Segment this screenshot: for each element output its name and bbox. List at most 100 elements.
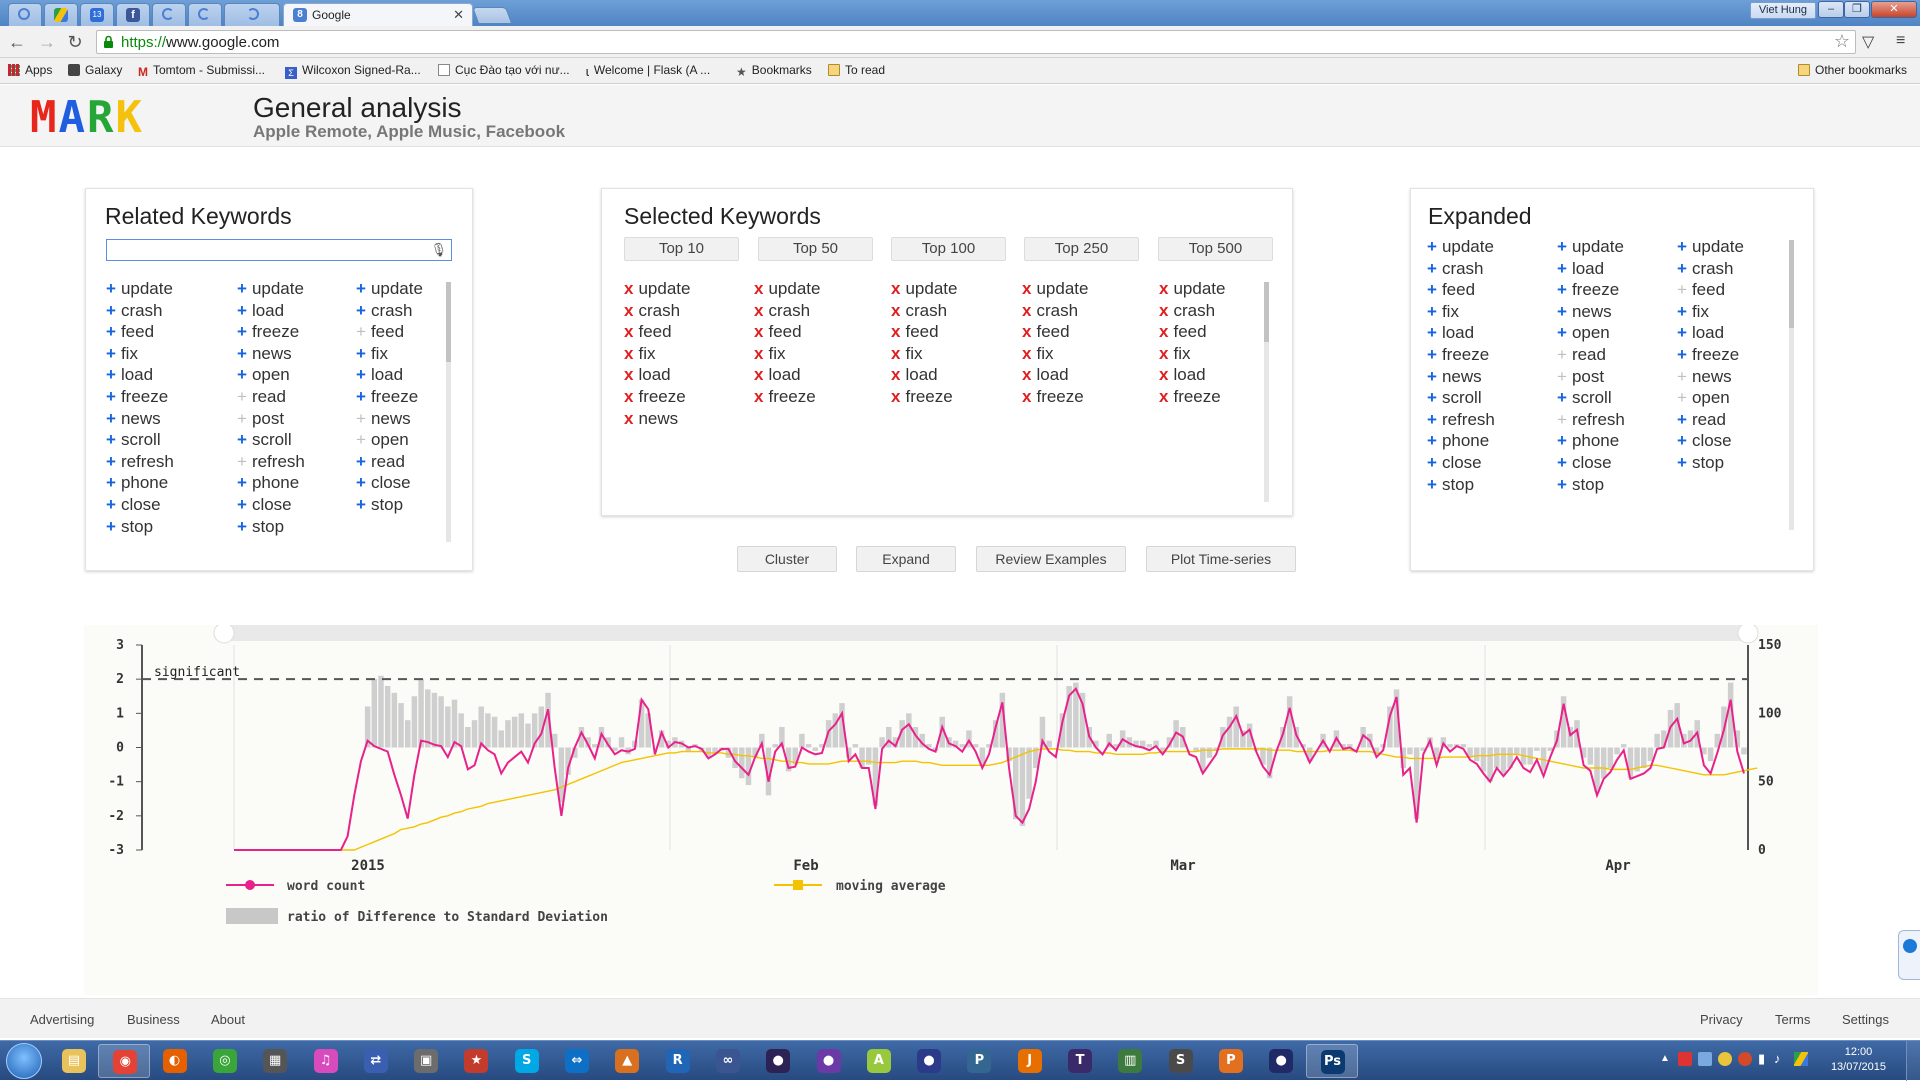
close-window-button[interactable]: ✕	[1871, 1, 1917, 18]
taskbar-network[interactable]: ⇄	[350, 1044, 402, 1078]
add-keyword-icon[interactable]: +	[106, 517, 116, 536]
related-keyword-update[interactable]: + update	[237, 278, 305, 300]
related-keyword-load[interactable]: + load	[356, 364, 423, 386]
tray-orange-icon[interactable]	[1738, 1052, 1752, 1066]
remove-keyword-icon[interactable]: x	[891, 301, 900, 320]
taskbar-eclipse-blue[interactable]: ●	[903, 1044, 955, 1078]
expanded-keyword-refresh[interactable]: + refresh	[1427, 409, 1495, 431]
add-keyword-icon[interactable]: +	[106, 322, 116, 341]
scroll-thumb[interactable]	[1789, 240, 1794, 328]
related-keyword-fix[interactable]: + fix	[356, 343, 423, 365]
expanded-keyword-phone[interactable]: + phone	[1427, 430, 1495, 452]
related-keyword-news[interactable]: + news	[237, 343, 305, 365]
expanded-keyword-update[interactable]: + update	[1427, 236, 1495, 258]
related-keyword-open[interactable]: + open	[237, 364, 305, 386]
taskbar-clipboard[interactable]: ▣	[400, 1044, 452, 1078]
remove-keyword-icon[interactable]: x	[1159, 279, 1168, 298]
microphone-icon[interactable]: 🎙	[430, 242, 447, 258]
volume-icon[interactable]: ♪	[1774, 1051, 1781, 1066]
tab-drive[interactable]	[44, 3, 78, 26]
top-50-button[interactable]: Top 50	[758, 237, 873, 261]
remove-keyword-icon[interactable]: x	[1022, 279, 1031, 298]
add-keyword-icon[interactable]: +	[1677, 388, 1687, 407]
add-keyword-icon[interactable]: +	[237, 430, 247, 449]
remove-keyword-icon[interactable]: x	[1159, 365, 1168, 384]
remove-keyword-icon[interactable]: x	[891, 322, 900, 341]
expanded-keyword-read[interactable]: + read	[1557, 344, 1625, 366]
tab-calendar[interactable]: 13	[80, 3, 114, 26]
taskbar-link[interactable]: ∞	[702, 1044, 754, 1078]
add-keyword-icon[interactable]: +	[106, 365, 116, 384]
teamviewer-side-widget[interactable]	[1898, 930, 1920, 980]
expanded-keyword-fix[interactable]: + fix	[1427, 301, 1495, 323]
taskbar-chrome[interactable]: ◉	[98, 1044, 151, 1078]
taskbar-matlab[interactable]: ▲	[601, 1044, 653, 1078]
add-keyword-icon[interactable]: +	[237, 322, 247, 341]
reload-button[interactable]: ↻	[64, 31, 86, 53]
related-keyword-fix[interactable]: + fix	[106, 343, 174, 365]
restore-button[interactable]: ❐	[1844, 1, 1870, 18]
taskbar-teamviewer[interactable]: ⇔	[551, 1044, 603, 1078]
expanded-keyword-feed[interactable]: + feed	[1427, 279, 1495, 301]
related-keyword-freeze[interactable]: + freeze	[237, 321, 305, 343]
forward-button[interactable]: →	[36, 31, 58, 53]
range-slider-left-handle[interactable]	[213, 622, 235, 644]
taskbar-android[interactable]: A	[853, 1044, 905, 1078]
bookmark-cuc-dao-tao[interactable]: Cục Đào tạo với nư...	[438, 63, 570, 77]
add-keyword-icon[interactable]: +	[1557, 367, 1567, 386]
add-keyword-icon[interactable]: +	[356, 279, 366, 298]
taskbar-greenshot[interactable]: ◎	[199, 1044, 251, 1078]
minimize-button[interactable]: –	[1818, 1, 1844, 18]
tray-drive-icon[interactable]	[1794, 1052, 1808, 1066]
tab-facebook[interactable]: f	[116, 3, 150, 26]
extension-icon[interactable]: ▽	[1862, 32, 1874, 52]
bookmark-galaxy[interactable]: Galaxy	[68, 63, 122, 77]
footer-about-link[interactable]: About	[211, 1012, 245, 1027]
related-keyword-refresh[interactable]: + refresh	[106, 451, 174, 473]
tab-google[interactable]: 8 Google ✕	[283, 3, 473, 26]
remove-keyword-icon[interactable]: x	[624, 409, 633, 428]
expanded-keyword-news[interactable]: + news	[1677, 366, 1744, 388]
selected-scrollbar[interactable]	[1264, 282, 1269, 502]
add-keyword-icon[interactable]: +	[1557, 388, 1567, 407]
bookmark-bookmarks[interactable]: ★ Bookmarks	[736, 63, 812, 79]
expanded-keyword-stop[interactable]: + stop	[1427, 474, 1495, 496]
network-signal-icon[interactable]: ▮	[1758, 1051, 1765, 1067]
taskbar-java[interactable]: J	[1004, 1044, 1056, 1078]
related-keyword-feed[interactable]: + feed	[356, 321, 423, 343]
remove-keyword-icon[interactable]: x	[624, 387, 633, 406]
add-keyword-icon[interactable]: +	[1677, 323, 1687, 342]
footer-privacy-link[interactable]: Privacy	[1700, 1012, 1743, 1027]
scroll-thumb[interactable]	[1264, 282, 1269, 342]
taskbar-explorer[interactable]: ▤	[48, 1044, 100, 1078]
start-button[interactable]	[6, 1043, 42, 1079]
related-keyword-feed[interactable]: + feed	[106, 321, 174, 343]
expanded-keyword-open[interactable]: + open	[1677, 387, 1744, 409]
add-keyword-icon[interactable]: +	[356, 430, 366, 449]
add-keyword-icon[interactable]: +	[1677, 431, 1687, 450]
add-keyword-icon[interactable]: +	[356, 495, 366, 514]
add-keyword-icon[interactable]: +	[1677, 237, 1687, 256]
taskbar-eclipse-dark[interactable]: ●	[1255, 1044, 1307, 1078]
tab-loading-4[interactable]	[224, 3, 280, 26]
remove-keyword-icon[interactable]: x	[891, 279, 900, 298]
related-keyword-crash[interactable]: + crash	[106, 300, 174, 322]
expanded-keyword-crash[interactable]: + crash	[1677, 258, 1744, 280]
expanded-keyword-news[interactable]: + news	[1427, 366, 1495, 388]
related-keyword-close[interactable]: + close	[356, 472, 423, 494]
remove-keyword-icon[interactable]: x	[624, 322, 633, 341]
taskbar-video-editor[interactable]: ▦	[249, 1044, 301, 1078]
show-desktop-button[interactable]	[1906, 1041, 1920, 1081]
tab-close-icon[interactable]: ✕	[453, 7, 464, 23]
add-keyword-icon[interactable]: +	[1427, 323, 1437, 342]
add-keyword-icon[interactable]: +	[356, 322, 366, 341]
footer-business-link[interactable]: Business	[127, 1012, 180, 1027]
add-keyword-icon[interactable]: +	[1557, 431, 1567, 450]
expanded-keyword-close[interactable]: + close	[1557, 452, 1625, 474]
related-scrollbar[interactable]	[446, 282, 451, 542]
remove-keyword-icon[interactable]: x	[891, 365, 900, 384]
taskbar-presentation[interactable]: ★	[450, 1044, 502, 1078]
add-keyword-icon[interactable]: +	[1677, 302, 1687, 321]
add-keyword-icon[interactable]: +	[1557, 302, 1567, 321]
add-keyword-icon[interactable]: +	[1427, 410, 1437, 429]
